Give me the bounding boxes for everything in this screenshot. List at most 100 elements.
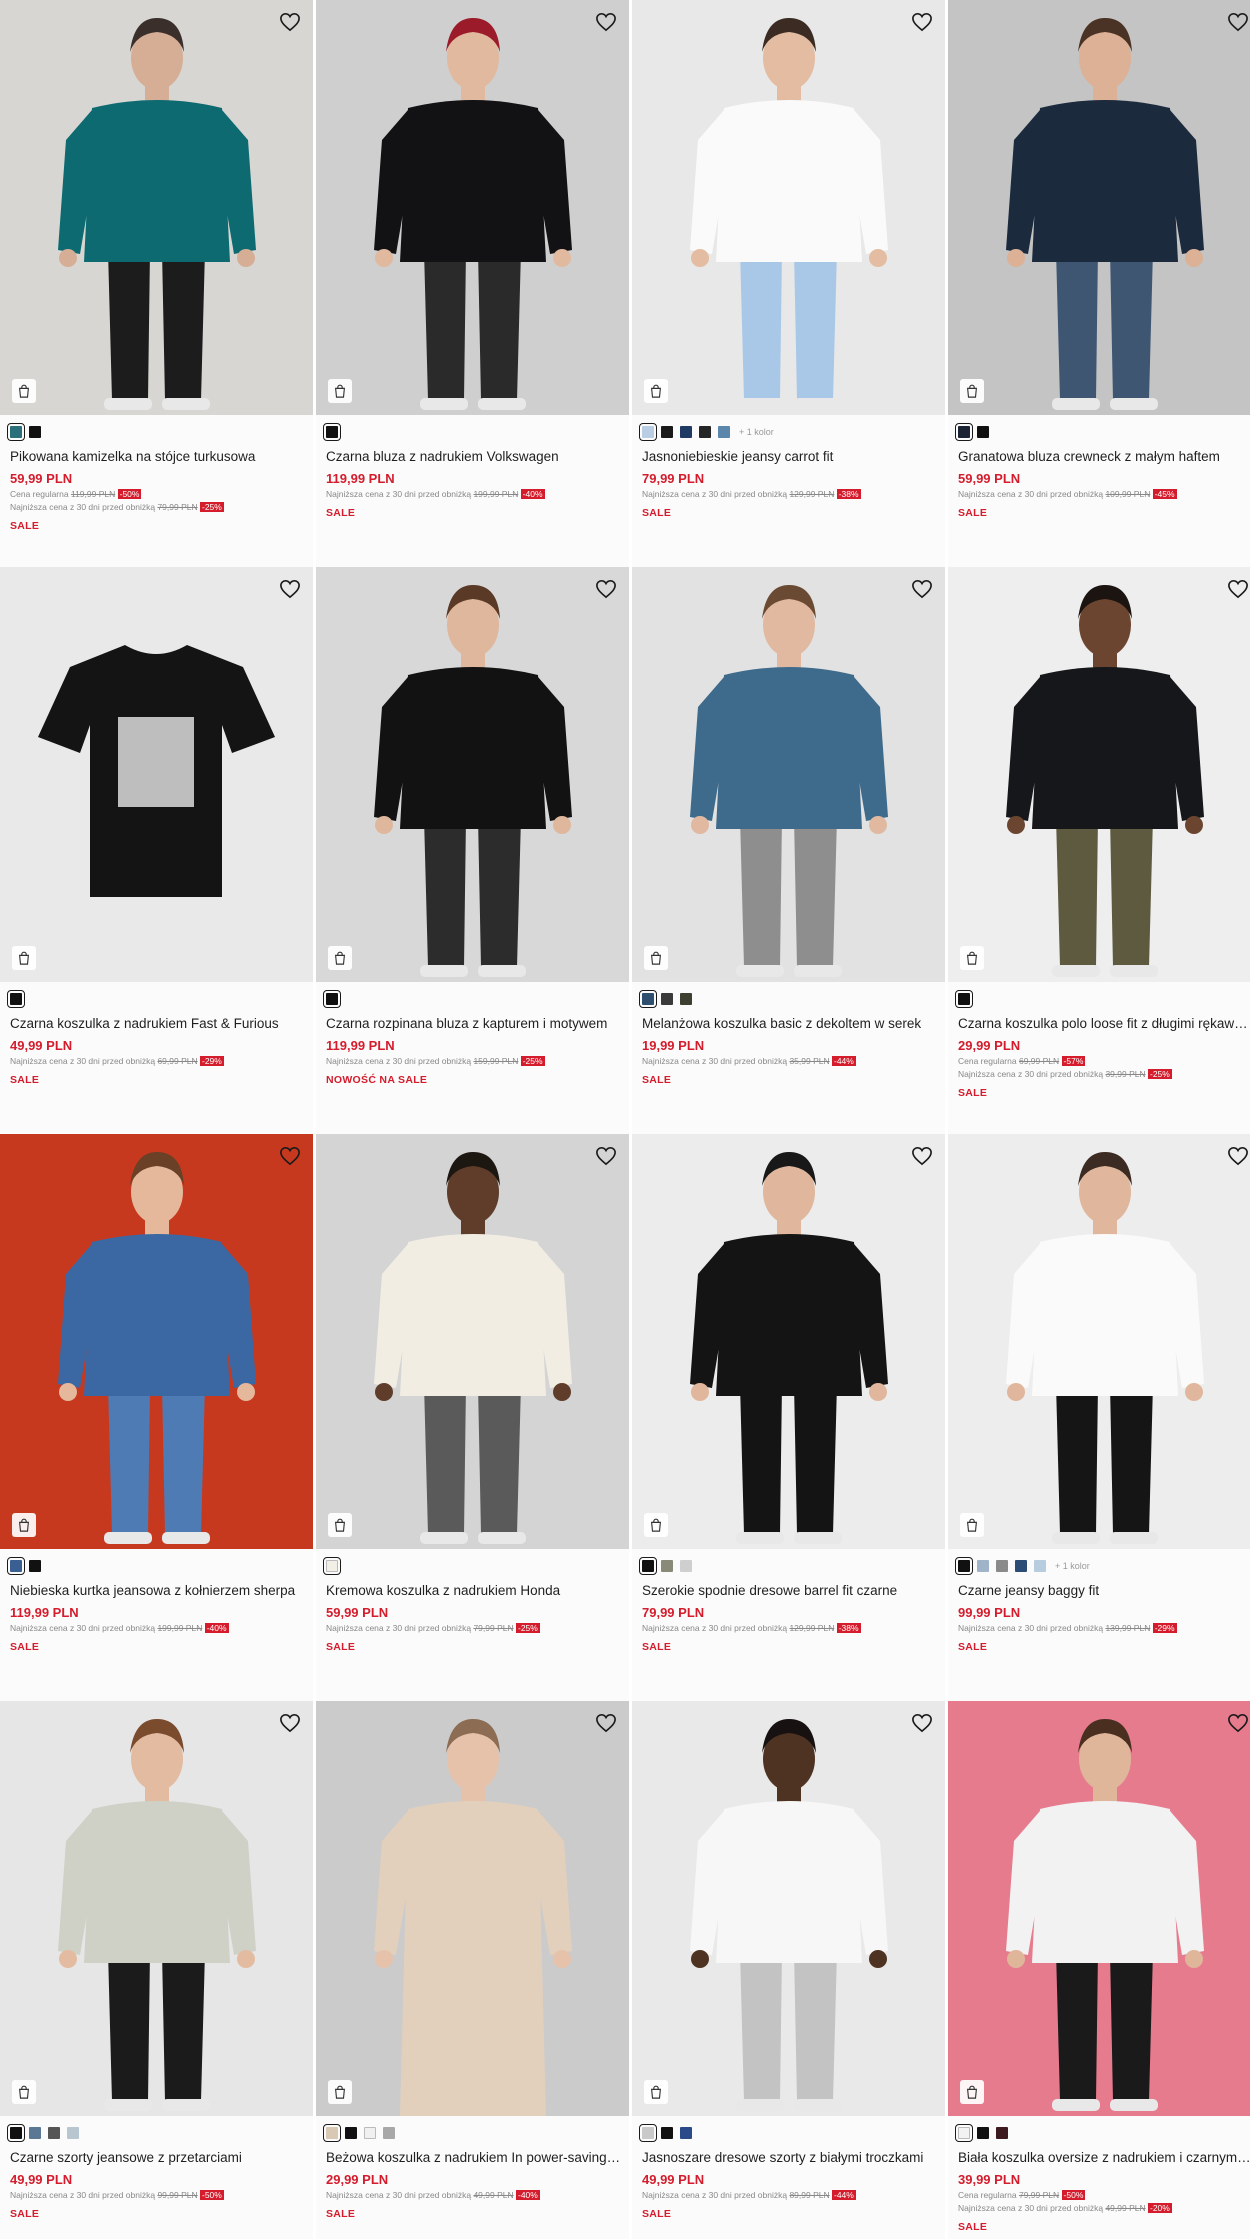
color-swatch[interactable] — [383, 2127, 395, 2139]
product-name[interactable]: Pikowana kamizelka na stójce turkusowa — [10, 449, 305, 464]
product-card[interactable]: Szerokie spodnie dresowe barrel fit czar… — [632, 1134, 945, 1701]
color-swatch[interactable] — [996, 2127, 1008, 2139]
product-image[interactable] — [316, 567, 629, 982]
color-swatch[interactable] — [977, 426, 989, 438]
color-swatch[interactable] — [323, 1557, 341, 1575]
product-image[interactable] — [948, 0, 1250, 415]
shopping-bag-icon[interactable] — [644, 946, 668, 970]
shopping-bag-icon[interactable] — [328, 1513, 352, 1537]
more-colors-label[interactable]: + 1 kolor — [739, 427, 774, 437]
shopping-bag-icon[interactable] — [960, 946, 984, 970]
heart-icon[interactable] — [595, 579, 617, 599]
color-swatch[interactable] — [718, 426, 730, 438]
product-card[interactable]: Granatowa bluza crewneck z małym haftem 5… — [948, 0, 1250, 567]
color-swatch[interactable] — [661, 993, 673, 1005]
product-card[interactable]: Melanżowa koszulka basic z dekoltem w se… — [632, 567, 945, 1134]
product-name[interactable]: Melanżowa koszulka basic z dekoltem w se… — [642, 1016, 937, 1031]
product-card[interactable]: Czarna koszulka z nadrukiem Fast & Furio… — [0, 567, 313, 1134]
product-card[interactable]: Pikowana kamizelka na stójce turkusowa 59… — [0, 0, 313, 567]
color-swatch[interactable] — [680, 993, 692, 1005]
shopping-bag-icon[interactable] — [12, 2080, 36, 2104]
color-swatch[interactable] — [639, 1557, 657, 1575]
product-image[interactable] — [632, 1134, 945, 1549]
color-swatch[interactable] — [364, 2127, 376, 2139]
product-name[interactable]: Szerokie spodnie dresowe barrel fit czar… — [642, 1583, 937, 1598]
heart-icon[interactable] — [279, 1146, 301, 1166]
heart-icon[interactable] — [595, 1146, 617, 1166]
color-swatch[interactable] — [29, 2127, 41, 2139]
product-card[interactable]: Jasnoszare dresowe szorty z białymi troc… — [632, 1701, 945, 2239]
heart-icon[interactable] — [595, 1713, 617, 1733]
color-swatch[interactable] — [955, 2124, 973, 2142]
shopping-bag-icon[interactable] — [960, 379, 984, 403]
product-card[interactable]: Czarna koszulka polo loose fit z długimi… — [948, 567, 1250, 1134]
color-swatch[interactable] — [639, 2124, 657, 2142]
color-swatch[interactable] — [323, 990, 341, 1008]
shopping-bag-icon[interactable] — [328, 379, 352, 403]
product-name[interactable]: Czarna rozpinana bluza z kapturem i moty… — [326, 1016, 621, 1031]
product-name[interactable]: Niebieska kurtka jeansowa z kołnierzem s… — [10, 1583, 305, 1598]
product-card[interactable]: Biała koszulka oversize z nadrukiem i cz… — [948, 1701, 1250, 2239]
product-card[interactable]: + 1 kolor Czarne jeansy baggy fit 99,99 PL… — [948, 1134, 1250, 1701]
color-swatch[interactable] — [680, 1560, 692, 1572]
product-card[interactable]: Beżowa koszulka z nadrukiem In power-sav… — [316, 1701, 629, 2239]
color-swatch[interactable] — [661, 1560, 673, 1572]
product-name[interactable]: Beżowa koszulka z nadrukiem In power-sav… — [326, 2150, 621, 2165]
more-colors-label[interactable]: + 1 kolor — [1055, 1561, 1090, 1571]
color-swatch[interactable] — [955, 990, 973, 1008]
heart-icon[interactable] — [911, 1713, 933, 1733]
shopping-bag-icon[interactable] — [12, 1513, 36, 1537]
product-card[interactable]: Czarne szorty jeansowe z przetarciami 49,… — [0, 1701, 313, 2239]
color-swatch[interactable] — [977, 2127, 989, 2139]
product-image[interactable] — [948, 1134, 1250, 1549]
product-image[interactable] — [632, 567, 945, 982]
color-swatch[interactable] — [345, 2127, 357, 2139]
color-swatch[interactable] — [955, 423, 973, 441]
product-name[interactable]: Czarne jeansy baggy fit — [958, 1583, 1250, 1598]
heart-icon[interactable] — [595, 12, 617, 32]
color-swatch[interactable] — [639, 990, 657, 1008]
product-name[interactable]: Jasnoniebieskie jeansy carrot fit — [642, 449, 937, 464]
color-swatch[interactable] — [1015, 1560, 1027, 1572]
heart-icon[interactable] — [1227, 1146, 1249, 1166]
product-card[interactable]: + 1 kolor Jasnoniebieskie jeansy carrot f… — [632, 0, 945, 567]
shopping-bag-icon[interactable] — [960, 2080, 984, 2104]
product-card[interactable]: Niebieska kurtka jeansowa z kołnierzem s… — [0, 1134, 313, 1701]
color-swatch[interactable] — [977, 1560, 989, 1572]
color-swatch[interactable] — [661, 2127, 673, 2139]
heart-icon[interactable] — [1227, 12, 1249, 32]
color-swatch[interactable] — [29, 426, 41, 438]
shopping-bag-icon[interactable] — [644, 379, 668, 403]
color-swatch[interactable] — [29, 1560, 41, 1572]
color-swatch[interactable] — [661, 426, 673, 438]
product-name[interactable]: Kremowa koszulka z nadrukiem Honda — [326, 1583, 621, 1598]
color-swatch[interactable] — [323, 423, 341, 441]
product-card[interactable]: Kremowa koszulka z nadrukiem Honda 59,99 … — [316, 1134, 629, 1701]
color-swatch[interactable] — [7, 2124, 25, 2142]
product-image[interactable] — [632, 0, 945, 415]
color-swatch[interactable] — [639, 423, 657, 441]
color-swatch[interactable] — [7, 990, 25, 1008]
product-image[interactable] — [316, 1701, 629, 2116]
product-image[interactable] — [948, 567, 1250, 982]
product-card[interactable]: Czarna rozpinana bluza z kapturem i moty… — [316, 567, 629, 1134]
shopping-bag-icon[interactable] — [960, 1513, 984, 1537]
color-swatch[interactable] — [7, 423, 25, 441]
color-swatch[interactable] — [996, 1560, 1008, 1572]
product-image[interactable] — [0, 1701, 313, 2116]
shopping-bag-icon[interactable] — [328, 946, 352, 970]
product-name[interactable]: Jasnoszare dresowe szorty z białymi troc… — [642, 2150, 937, 2165]
color-swatch[interactable] — [680, 426, 692, 438]
product-name[interactable]: Biała koszulka oversize z nadrukiem i cz… — [958, 2150, 1250, 2165]
shopping-bag-icon[interactable] — [644, 2080, 668, 2104]
heart-icon[interactable] — [279, 12, 301, 32]
heart-icon[interactable] — [279, 1713, 301, 1733]
shopping-bag-icon[interactable] — [328, 2080, 352, 2104]
heart-icon[interactable] — [911, 12, 933, 32]
color-swatch[interactable] — [680, 2127, 692, 2139]
product-image[interactable] — [0, 0, 313, 415]
product-name[interactable]: Czarna bluza z nadrukiem Volkswagen — [326, 449, 621, 464]
color-swatch[interactable] — [1034, 1560, 1046, 1572]
product-card[interactable]: Czarna bluza z nadrukiem Volkswagen 119,9… — [316, 0, 629, 567]
product-name[interactable]: Czarna koszulka z nadrukiem Fast & Furio… — [10, 1016, 305, 1031]
